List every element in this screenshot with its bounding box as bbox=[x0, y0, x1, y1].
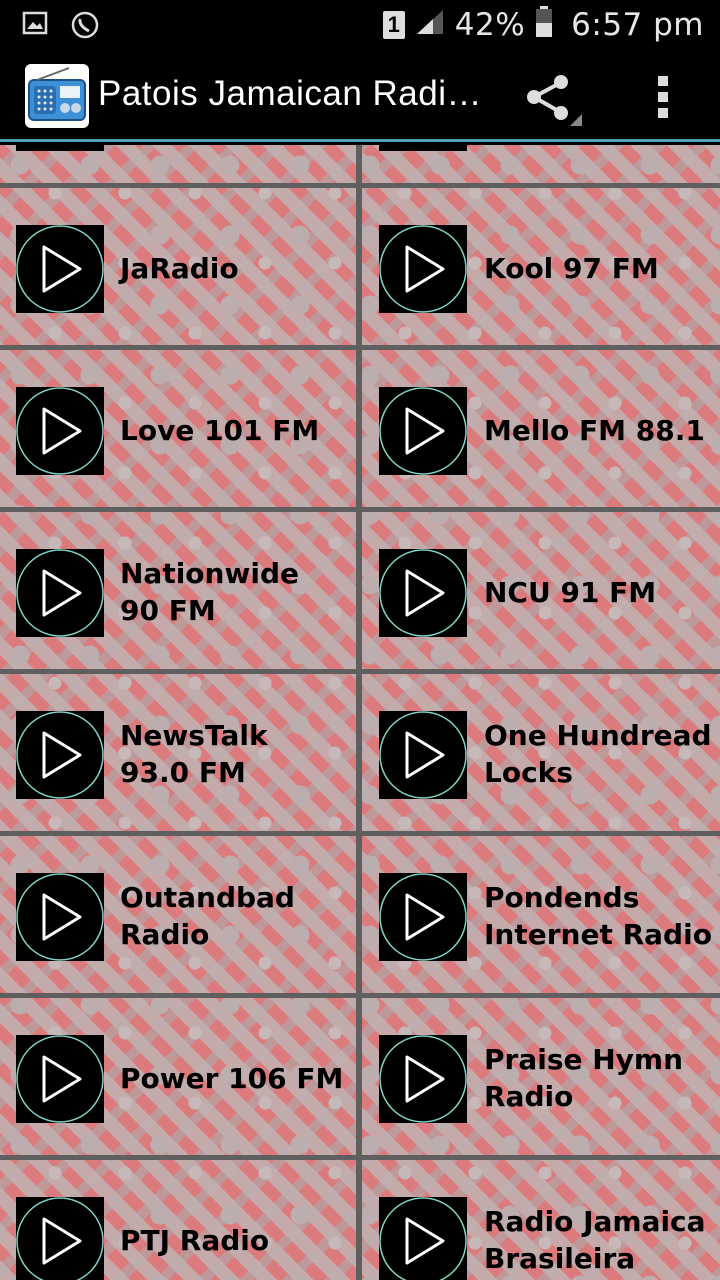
play-icon[interactable] bbox=[379, 873, 467, 961]
play-icon[interactable] bbox=[16, 873, 104, 961]
app-logo-radio-icon bbox=[25, 64, 89, 128]
clock: 6:57 pm bbox=[571, 6, 704, 43]
partial-play-icon bbox=[379, 145, 467, 151]
station-name: Power 106 FM bbox=[120, 1061, 344, 1095]
play-icon[interactable] bbox=[16, 387, 104, 475]
station-name: Mello FM 88.1 bbox=[484, 413, 705, 447]
station-row: JaRadio Kool 97 FM bbox=[0, 188, 720, 350]
station-row: Power 106 FM Praise Hymn Radio bbox=[0, 998, 720, 1160]
gallery-notification-icon bbox=[22, 10, 48, 45]
station-name: One Hundread Locks bbox=[484, 719, 712, 789]
play-icon[interactable] bbox=[379, 387, 467, 475]
overflow-menu-button[interactable] bbox=[652, 74, 676, 120]
play-icon[interactable] bbox=[16, 1035, 104, 1123]
play-icon[interactable] bbox=[16, 1197, 104, 1280]
play-icon[interactable] bbox=[16, 225, 104, 313]
station-item[interactable]: Power 106 FM bbox=[0, 998, 356, 1160]
play-icon[interactable] bbox=[16, 711, 104, 799]
station-name: PTJ Radio bbox=[120, 1223, 270, 1257]
play-icon[interactable] bbox=[16, 549, 104, 637]
app-title: Patois Jamaican Radi… bbox=[98, 74, 482, 113]
station-name: NCU 91 FM bbox=[484, 575, 657, 609]
station-row: Nationwide 90 FM NCU 91 FM bbox=[0, 512, 720, 674]
station-item[interactable]: Praise Hymn Radio bbox=[362, 998, 718, 1160]
station-item[interactable]: NCU 91 FM bbox=[362, 512, 718, 674]
status-bar: 1 42% 6:57 pm bbox=[0, 0, 720, 50]
battery-icon bbox=[535, 6, 553, 43]
play-icon[interactable] bbox=[379, 1035, 467, 1123]
station-name: Love 101 FM bbox=[120, 413, 320, 447]
station-item[interactable]: NewsTalk 93.0 FM bbox=[0, 674, 356, 836]
play-icon[interactable] bbox=[379, 225, 467, 313]
station-grid: JaRadio Kool 97 FM Love 101 FM Mello FM … bbox=[0, 145, 720, 1280]
station-name: Kool 97 FM bbox=[484, 251, 659, 285]
play-icon[interactable] bbox=[379, 711, 467, 799]
call-notification-icon bbox=[70, 10, 100, 45]
station-row: NewsTalk 93.0 FM One Hundread Locks bbox=[0, 674, 720, 836]
signal-icon bbox=[415, 8, 445, 41]
station-item[interactable]: One Hundread Locks bbox=[362, 674, 718, 836]
battery-percent: 42% bbox=[454, 6, 526, 43]
share-icon bbox=[527, 75, 582, 126]
station-name: Outandbad Radio bbox=[120, 881, 295, 951]
station-item[interactable]: Kool 97 FM bbox=[362, 188, 718, 350]
play-icon[interactable] bbox=[379, 1197, 467, 1280]
station-item[interactable]: Outandbad Radio bbox=[0, 836, 356, 998]
station-item[interactable]: Nationwide 90 FM bbox=[0, 512, 356, 674]
share-button[interactable] bbox=[522, 72, 588, 128]
sim-slot-icon: 1 bbox=[382, 10, 405, 39]
station-item[interactable]: PTJ Radio bbox=[0, 1160, 356, 1280]
station-name: Pondends Internet Radio bbox=[484, 881, 712, 951]
station-name: Radio Jamaica Brasileira bbox=[484, 1205, 706, 1275]
station-name: JaRadio bbox=[120, 251, 239, 285]
station-name: Nationwide 90 FM bbox=[120, 557, 299, 627]
app-bar: Patois Jamaican Radi… bbox=[0, 50, 720, 142]
overflow-menu-icon bbox=[658, 76, 668, 118]
station-item[interactable]: Pondends Internet Radio bbox=[362, 836, 718, 998]
station-item[interactable]: Mello FM 88.1 bbox=[362, 350, 718, 512]
station-row: PTJ Radio Radio Jamaica Brasileira bbox=[0, 1160, 720, 1280]
station-row: Love 101 FM Mello FM 88.1 bbox=[0, 350, 720, 512]
station-name: Praise Hymn Radio bbox=[484, 1043, 684, 1113]
play-icon[interactable] bbox=[379, 549, 467, 637]
station-item[interactable]: JaRadio bbox=[0, 188, 356, 350]
station-item[interactable]: Love 101 FM bbox=[0, 350, 356, 512]
station-row: Outandbad Radio Pondends Internet Radio bbox=[0, 836, 720, 998]
partial-play-icon bbox=[16, 145, 104, 151]
station-item[interactable]: Radio Jamaica Brasileira bbox=[362, 1160, 718, 1280]
station-name: NewsTalk 93.0 FM bbox=[120, 719, 268, 789]
